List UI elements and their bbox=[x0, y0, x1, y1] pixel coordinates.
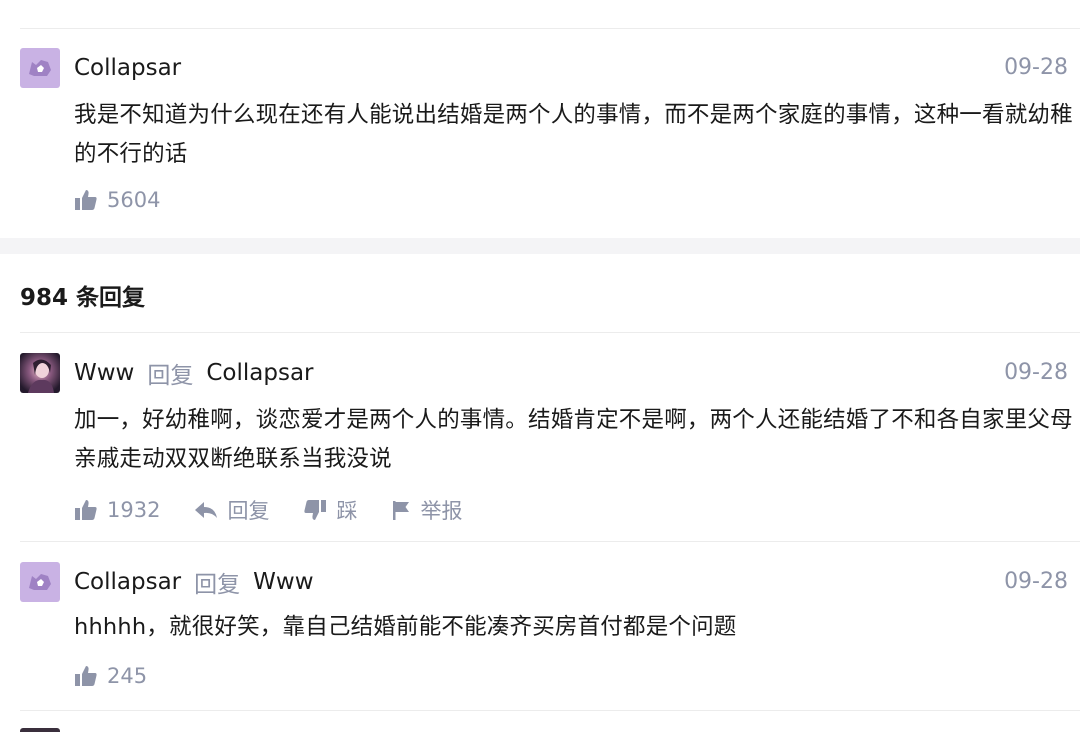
thumbs-up-icon bbox=[75, 666, 97, 686]
thumbs-up-icon bbox=[75, 500, 97, 520]
reply-date: 09-28 bbox=[1004, 569, 1068, 594]
reply-target[interactable]: Collapsar bbox=[206, 360, 313, 386]
reply-text: 加一，好幼稚啊，谈恋爱才是两个人的事情。结婚肯定不是啊，两个人还能结婚了不和各自… bbox=[74, 407, 1073, 472]
reply-word: 回复 bbox=[194, 572, 241, 598]
reply-word: 回复 bbox=[147, 363, 194, 389]
reply-author[interactable]: Collapsar bbox=[74, 569, 181, 595]
like-button[interactable]: 1932 bbox=[74, 498, 160, 522]
avatar[interactable] bbox=[20, 562, 60, 602]
avatar-image bbox=[20, 562, 60, 602]
reply-count-label: 条回复 bbox=[76, 285, 146, 311]
thumbs-up-icon bbox=[75, 190, 97, 210]
avatar[interactable] bbox=[20, 48, 60, 88]
like-button[interactable]: 5604 bbox=[74, 188, 160, 212]
reply-date: 09-28 bbox=[1004, 360, 1068, 385]
reply-count: 984 bbox=[20, 285, 69, 311]
comment-date: 09-28 bbox=[1004, 55, 1068, 80]
flag-icon bbox=[393, 501, 410, 520]
reply-author[interactable]: Www bbox=[74, 360, 134, 386]
replies-header: 984 条回复 bbox=[20, 278, 145, 312]
section-separator bbox=[0, 238, 1080, 254]
reply-arrow-icon bbox=[195, 502, 218, 518]
reply-button[interactable]: 回复 bbox=[194, 495, 269, 525]
top-divider bbox=[20, 28, 1080, 29]
reply-text: hhhhh，就很好笑，靠自己结婚前能不能凑齐买房首付都是个问题 bbox=[74, 614, 737, 640]
thumbs-down-icon bbox=[304, 500, 327, 520]
avatar-image bbox=[20, 353, 60, 393]
divider bbox=[20, 541, 1080, 542]
like-count: 5604 bbox=[107, 188, 161, 212]
reply-button-label: 回复 bbox=[227, 499, 270, 523]
avatar-image bbox=[20, 48, 60, 88]
like-count: 245 bbox=[107, 664, 148, 688]
reply-target[interactable]: Www bbox=[253, 569, 313, 595]
divider bbox=[20, 710, 1080, 711]
comment-text: 我是不知道为什么现在还有人能说出结婚是两个人的事情，而不是两个家庭的事情，这种一… bbox=[74, 102, 1073, 167]
report-button[interactable]: 举报 bbox=[391, 495, 462, 525]
dislike-button-label: 踩 bbox=[336, 499, 358, 523]
dislike-button[interactable]: 踩 bbox=[303, 495, 357, 525]
report-button-label: 举报 bbox=[420, 499, 463, 523]
comment-author[interactable]: Collapsar bbox=[74, 55, 181, 81]
like-button[interactable]: 245 bbox=[74, 664, 147, 688]
divider bbox=[20, 332, 1080, 333]
avatar[interactable] bbox=[20, 353, 60, 393]
avatar[interactable] bbox=[20, 728, 60, 732]
like-count: 1932 bbox=[107, 498, 161, 522]
